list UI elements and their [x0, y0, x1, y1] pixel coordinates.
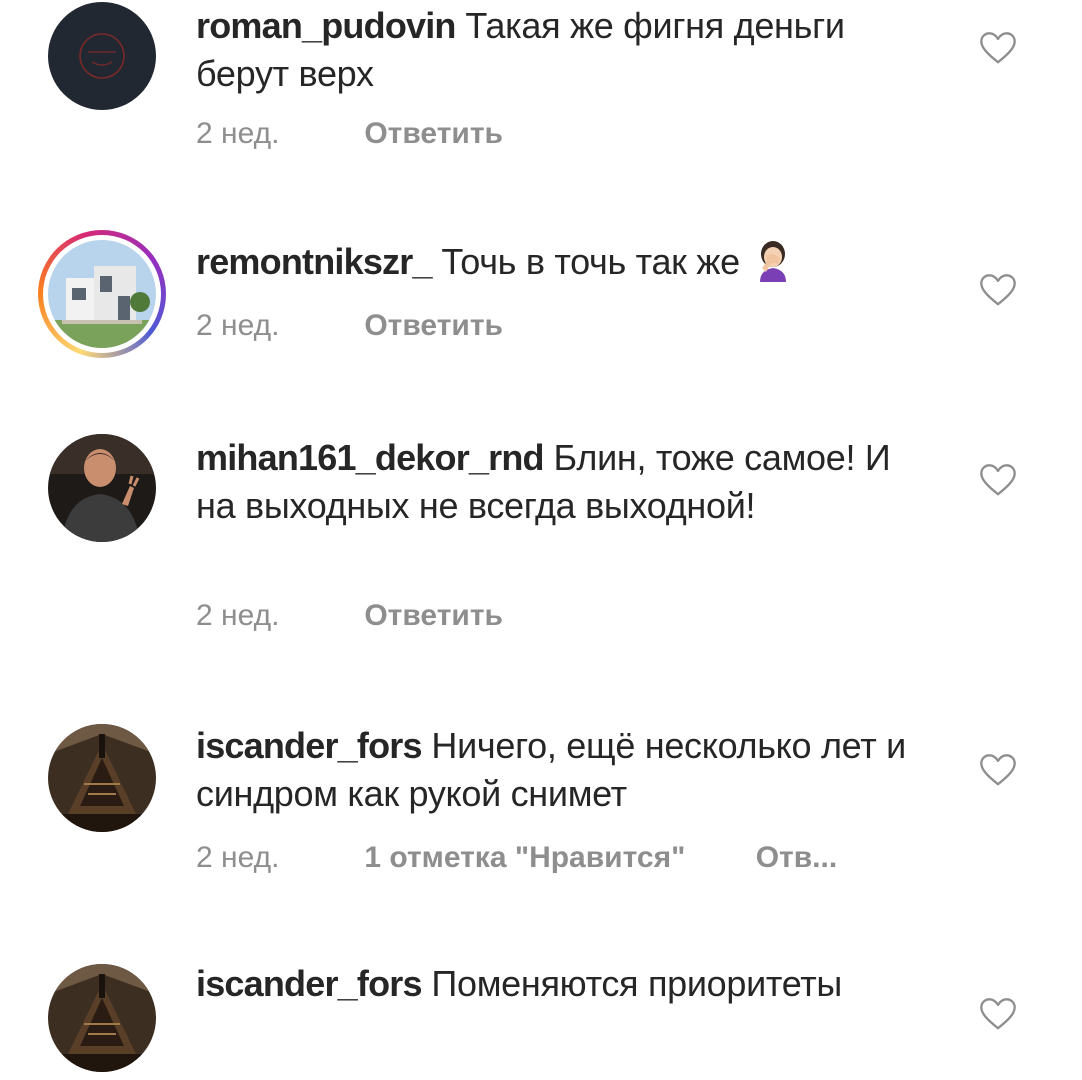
- comment-text: mihan161_dekor_rnd Блин, тоже самое! И н…: [196, 434, 936, 530]
- reply-button[interactable]: Ответить: [364, 598, 503, 634]
- username-link[interactable]: iscander_fors: [196, 963, 423, 1004]
- comment-body: Поменяются приоритеты: [431, 963, 843, 1004]
- comment-body: Точь в точь так же: [441, 241, 740, 282]
- like-heart-icon[interactable]: [978, 750, 1018, 790]
- reply-button[interactable]: Отв...: [756, 840, 837, 876]
- like-heart-icon[interactable]: [978, 270, 1018, 310]
- comment-meta: 2 нед. 1 отметка "Нравится" Отв...: [196, 840, 837, 876]
- comment-meta: 2 нед. Ответить: [196, 598, 503, 634]
- avatar-story-ring[interactable]: [38, 230, 166, 358]
- like-heart-icon[interactable]: [978, 28, 1018, 68]
- comment-text: remontnikszr_ Точь в точь так же: [196, 238, 936, 286]
- comment-time: 2 нед.: [196, 841, 280, 874]
- username-link[interactable]: remontnikszr_: [196, 241, 432, 282]
- like-heart-icon[interactable]: [978, 460, 1018, 500]
- comment-meta: 2 нед. Ответить: [196, 308, 503, 344]
- comment-text: iscander_fors Поменяются приоритеты: [196, 960, 936, 1008]
- avatar[interactable]: [48, 964, 156, 1072]
- avatar: [48, 240, 156, 348]
- avatar[interactable]: [48, 724, 156, 832]
- reply-button[interactable]: Ответить: [364, 308, 503, 344]
- like-heart-icon[interactable]: [978, 994, 1018, 1034]
- comment-text: iscander_fors Ничего, ещё несколько лет …: [196, 722, 936, 818]
- username-link[interactable]: iscander_fors: [196, 725, 423, 766]
- comment-time: 2 нед.: [196, 117, 280, 150]
- username-link[interactable]: mihan161_dekor_rnd: [196, 437, 545, 478]
- comment-time: 2 нед.: [196, 309, 280, 342]
- comment-text: roman_pudovin Такая же фигня деньги беру…: [196, 2, 936, 98]
- avatar[interactable]: [48, 434, 156, 542]
- comment-meta: 2 нед. Ответить: [196, 116, 503, 152]
- username-link[interactable]: roman_pudovin: [196, 5, 456, 46]
- comment-time: 2 нед.: [196, 599, 280, 632]
- avatar[interactable]: [48, 2, 156, 110]
- likes-count-link[interactable]: 1 отметка "Нравится": [364, 840, 685, 876]
- reply-button[interactable]: Ответить: [364, 116, 503, 152]
- woman-facepalming-icon: [754, 238, 792, 282]
